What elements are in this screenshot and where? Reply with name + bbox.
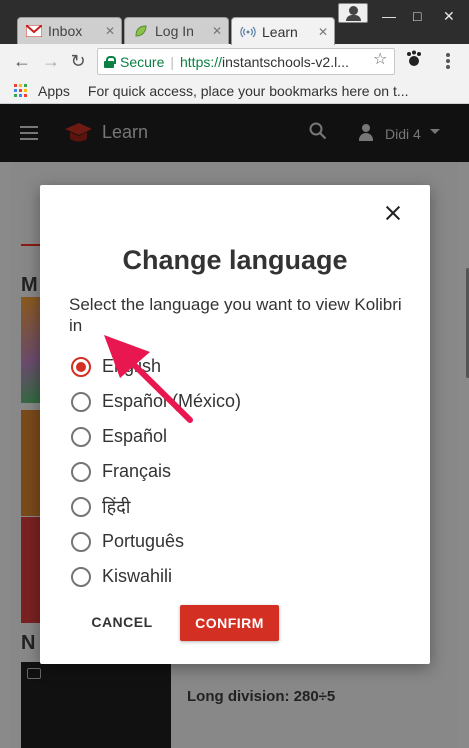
browser-tab-inbox[interactable]: Inbox ✕ — [17, 17, 122, 44]
section-heading: N — [21, 632, 36, 654]
chevron-down-icon[interactable] — [430, 129, 440, 134]
confirm-button[interactable]: CONFIRM — [180, 605, 279, 641]
apps-link[interactable]: Apps — [38, 83, 70, 99]
browser-tabstrip: Inbox ✕ Log In ✕ Learn ✕ — □ ✕ — [0, 0, 469, 45]
reload-icon[interactable]: ↻ — [67, 50, 89, 72]
language-option-english[interactable]: English — [71, 349, 401, 384]
language-label: Español (México) — [102, 391, 242, 411]
maximize-icon[interactable]: □ — [413, 8, 421, 24]
language-label: Português — [102, 531, 185, 551]
change-language-modal: Change language Select the language you … — [40, 185, 430, 664]
leaf-icon — [133, 24, 149, 38]
broadcast-icon — [240, 25, 256, 39]
language-options: English Español (México) Español Françai… — [71, 349, 401, 594]
bookmark-star-icon[interactable]: ☆ — [373, 49, 387, 69]
person-icon — [349, 6, 358, 15]
url-scheme: https:// — [180, 53, 223, 70]
close-tab-icon[interactable]: ✕ — [105, 24, 115, 38]
tab-title: Log In — [155, 23, 194, 39]
browser-profile-button[interactable] — [338, 3, 368, 23]
apps-icon[interactable] — [14, 83, 28, 98]
bookmarks-bar: Apps For quick access, place your bookma… — [0, 78, 469, 104]
language-option-espanol-mexico[interactable]: Español (México) — [71, 384, 401, 419]
address-separator: | — [170, 53, 174, 70]
search-icon[interactable] — [309, 122, 327, 145]
minimize-icon[interactable]: — — [382, 8, 396, 24]
browser-tab-learn[interactable]: Learn ✕ — [231, 17, 335, 45]
radio-button[interactable] — [71, 391, 91, 412]
lock-icon — [104, 55, 116, 68]
language-option-francais[interactable]: Français — [71, 454, 401, 489]
video-icon — [27, 668, 41, 679]
section-heading: M — [21, 274, 38, 296]
video-thumbnail[interactable] — [21, 662, 171, 748]
radio-button[interactable] — [71, 356, 91, 377]
close-tab-icon[interactable]: ✕ — [318, 25, 328, 39]
app-bar: Learn Didi 4 — [0, 104, 469, 162]
browser-menu-icon[interactable] — [440, 51, 456, 71]
tab-title: Inbox — [48, 23, 83, 39]
secure-label: Secure — [120, 53, 165, 70]
radio-button[interactable] — [71, 566, 91, 587]
modal-description: Select the language you want to view Kol… — [69, 295, 402, 335]
language-label: हिंदी — [102, 496, 131, 517]
language-label: Español — [102, 426, 168, 446]
kolibri-logo — [65, 123, 92, 142]
close-window-icon[interactable]: ✕ — [443, 8, 455, 25]
close-icon[interactable] — [382, 202, 404, 224]
forward-icon[interactable]: → — [40, 50, 62, 72]
radio-button[interactable] — [71, 531, 91, 552]
radio-button[interactable] — [71, 496, 91, 517]
language-option-kiswahili[interactable]: Kiswahili — [71, 559, 401, 594]
hamburger-menu-icon[interactable] — [20, 126, 38, 144]
url-text: instantschools-v2.l... — [222, 53, 349, 70]
language-option-hindi[interactable]: हिंदी — [71, 489, 401, 524]
bookmarks-hint: For quick access, place your bookmarks h… — [87, 82, 409, 99]
language-option-espanol[interactable]: Español — [71, 419, 401, 454]
user-icon[interactable] — [358, 124, 374, 142]
extension-icon[interactable] — [405, 50, 423, 73]
video-title[interactable]: Long division: 280÷5 — [187, 688, 335, 705]
app-title: Learn — [102, 122, 149, 142]
language-label: Kiswahili — [102, 566, 173, 586]
tab-title: Learn — [262, 23, 298, 40]
cancel-button[interactable]: CANCEL — [78, 607, 166, 637]
language-label: Français — [102, 461, 172, 481]
radio-button[interactable] — [71, 426, 91, 447]
user-menu-name[interactable]: Didi 4 — [385, 126, 421, 142]
browser-toolbar: ← → ↻ Secure | https:// instantschools-v… — [0, 44, 469, 78]
gmail-icon — [26, 24, 42, 38]
radio-button[interactable] — [71, 461, 91, 482]
language-option-portugues[interactable]: Português — [71, 524, 401, 559]
back-icon[interactable]: ← — [11, 50, 33, 72]
address-bar[interactable]: Secure | https:// instantschools-v2.l... — [97, 48, 395, 75]
browser-tab-login[interactable]: Log In ✕ — [124, 17, 229, 44]
modal-title: Change language — [122, 245, 348, 275]
language-label: English — [102, 356, 162, 376]
close-tab-icon[interactable]: ✕ — [212, 24, 222, 38]
